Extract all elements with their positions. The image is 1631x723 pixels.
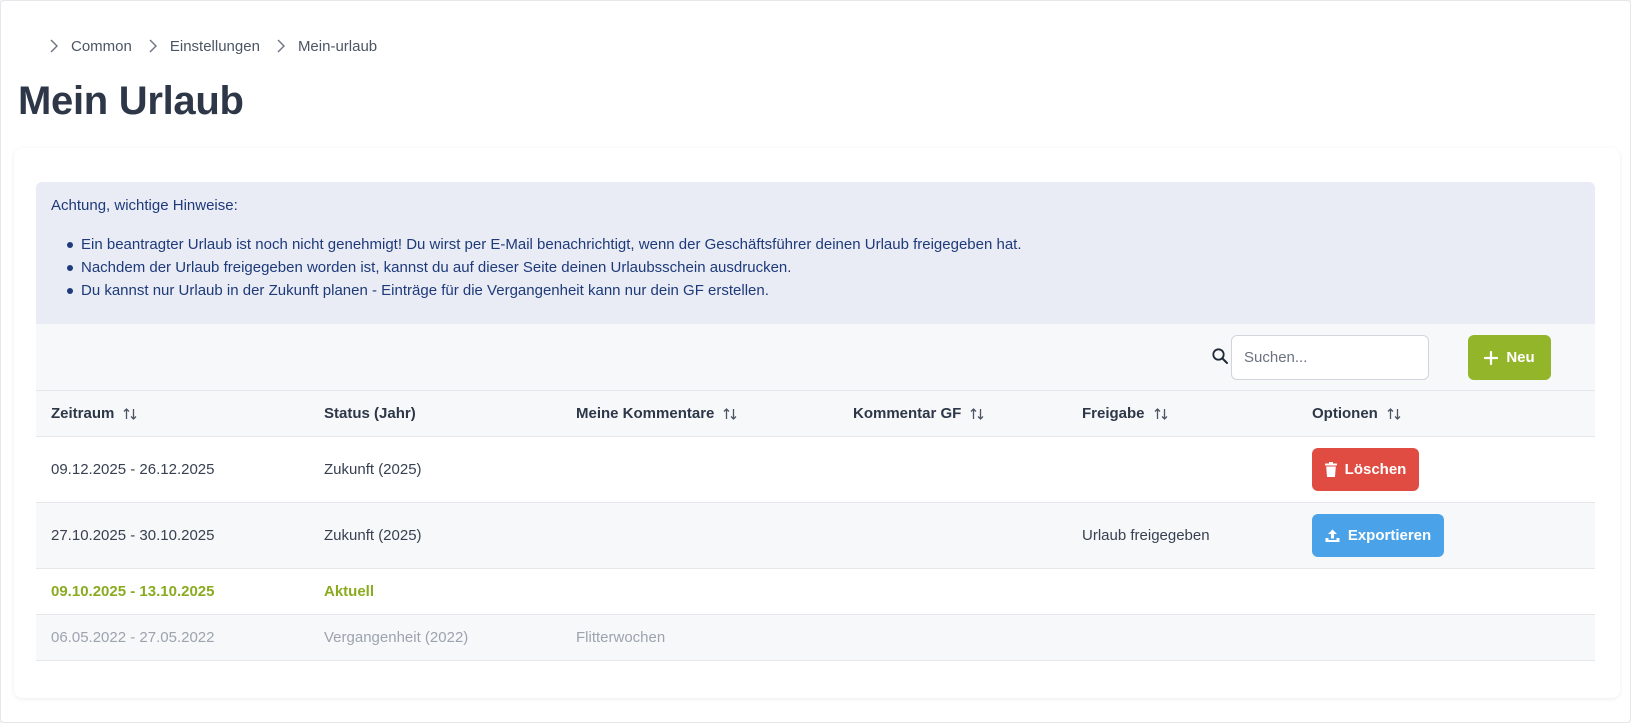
sort-icon[interactable] xyxy=(122,406,138,422)
page: Common Einstellungen Mein-urlaub Mein Ur… xyxy=(0,0,1631,723)
breadcrumb-label[interactable]: Common xyxy=(71,38,132,55)
new-button-label: Neu xyxy=(1506,349,1535,366)
column-header-label: Zeitraum xyxy=(51,405,115,422)
column-header-label: Freigabe xyxy=(1082,405,1145,422)
cell-period: 09.12.2025 - 26.12.2025 xyxy=(51,461,215,478)
column-header-freigabe[interactable]: Freigabe xyxy=(1082,391,1169,436)
table-row: 27.10.2025 - 30.10.2025 Zukunft (2025) U… xyxy=(36,503,1595,569)
cell-period: 27.10.2025 - 30.10.2025 xyxy=(51,527,215,544)
search-icon xyxy=(1211,347,1229,365)
sort-icon[interactable] xyxy=(1386,406,1402,422)
column-header-kommentar-gf[interactable]: Kommentar GF xyxy=(853,391,985,436)
vacation-table: Zeitraum Status (Jahr) Meine Kommentare … xyxy=(36,391,1595,661)
export-button-label: Exportieren xyxy=(1347,527,1432,544)
plus-icon xyxy=(1484,350,1499,365)
sort-icon[interactable] xyxy=(722,406,738,422)
column-header-label: Kommentar GF xyxy=(853,405,962,422)
cell-status: Zukunft (2025) xyxy=(324,527,422,544)
column-header-optionen[interactable]: Optionen xyxy=(1312,391,1402,436)
column-header-label: Status (Jahr) xyxy=(324,405,416,422)
notice-list: Ein beantragter Urlaub ist noch nicht ge… xyxy=(51,233,1580,302)
breadcrumb: Common Einstellungen Mein-urlaub xyxy=(45,37,389,55)
cell-period: 09.10.2025 - 13.10.2025 xyxy=(51,583,215,600)
notice-item: Nachdem der Urlaub freigegeben worden is… xyxy=(67,256,1580,279)
table-row: 09.10.2025 - 13.10.2025 Aktuell xyxy=(36,569,1595,615)
breadcrumb-label: Mein-urlaub xyxy=(297,37,378,55)
sort-icon[interactable] xyxy=(969,406,985,422)
breadcrumb-item-common[interactable]: Common xyxy=(45,37,144,55)
cell-status: Aktuell xyxy=(324,583,375,600)
column-header-zeitraum[interactable]: Zeitraum xyxy=(51,391,138,436)
page-title: Mein Urlaub xyxy=(18,79,244,123)
chevron-right-icon xyxy=(272,37,290,55)
cell-options: Exportieren xyxy=(1312,503,1444,568)
column-header-label: Optionen xyxy=(1312,405,1378,422)
column-header-status: Status (Jahr) xyxy=(324,391,416,436)
export-button[interactable]: Exportieren xyxy=(1312,514,1444,557)
sort-icon[interactable] xyxy=(1153,406,1169,422)
delete-button[interactable]: Löschen xyxy=(1312,448,1419,491)
column-header-label: Meine Kommentare xyxy=(576,405,715,422)
table-row: 09.12.2025 - 26.12.2025 Zukunft (2025) L… xyxy=(36,437,1595,503)
column-header-meine-kommentare[interactable]: Meine Kommentare xyxy=(576,391,738,436)
breadcrumb-item-mein-urlaub: Mein-urlaub xyxy=(272,37,389,55)
new-button[interactable]: Neu xyxy=(1468,335,1551,380)
chevron-right-icon xyxy=(45,37,63,55)
table-header-row: Zeitraum Status (Jahr) Meine Kommentare … xyxy=(36,391,1595,437)
cell-comment: Flitterwochen xyxy=(576,629,666,646)
notice-item: Ein beantragter Urlaub ist noch nicht ge… xyxy=(67,233,1580,256)
delete-button-label: Löschen xyxy=(1344,461,1407,478)
breadcrumb-item-einstellungen[interactable]: Einstellungen xyxy=(144,37,272,55)
notice-title: Achtung, wichtige Hinweise: xyxy=(51,197,238,214)
vacation-card: Achtung, wichtige Hinweise: Ein beantrag… xyxy=(14,148,1620,698)
cell-period: 06.05.2022 - 27.05.2022 xyxy=(51,629,215,646)
chevron-right-icon xyxy=(144,37,162,55)
trash-icon xyxy=(1324,462,1337,477)
search-input[interactable] xyxy=(1231,335,1429,380)
cell-status: Vergangenheit (2022) xyxy=(324,629,469,646)
notice-item: Du kannst nur Urlaub in der Zukunft plan… xyxy=(67,279,1580,302)
notice-box: Achtung, wichtige Hinweise: Ein beantrag… xyxy=(36,182,1595,324)
upload-icon xyxy=(1325,529,1340,542)
cell-status: Zukunft (2025) xyxy=(324,461,422,478)
breadcrumb-label[interactable]: Einstellungen xyxy=(170,38,260,55)
cell-options: Löschen xyxy=(1312,437,1419,502)
table-toolbar: Neu xyxy=(36,324,1595,391)
table-row: 06.05.2022 - 27.05.2022 Vergangenheit (2… xyxy=(36,615,1595,661)
cell-approval: Urlaub freigegeben xyxy=(1082,527,1210,544)
